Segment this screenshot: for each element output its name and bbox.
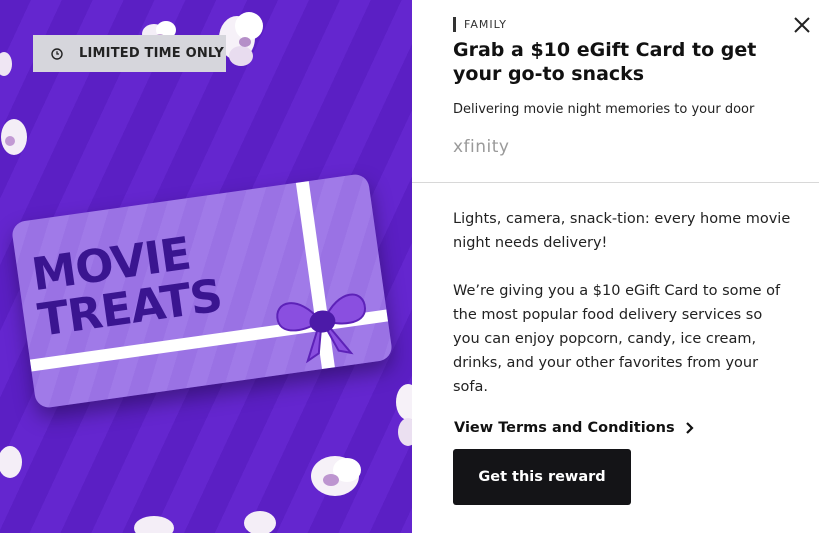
offer-description-1: Lights, camera, snack-tion: every home m… [453,211,791,251]
offer-description-2: We’re giving you a $10 eGift Card to som… [453,283,781,395]
category-text: FAMILY [464,18,507,31]
category-marker [453,17,456,32]
offer-title: Grab a $10 eGift Card to get your go-to … [453,39,757,85]
popcorn-decoration [311,456,361,496]
limited-time-badge: LIMITED TIME ONLY [33,35,226,72]
hero-image: LIMITED TIME ONLY MOVIE TREATS [0,0,412,533]
popcorn-decoration [134,516,174,533]
offer-subtitle: Delivering movie night memories to your … [453,102,755,117]
popcorn-decoration [396,384,412,446]
terms-link[interactable]: View Terms and Conditions [454,420,695,436]
popcorn-decoration [1,119,27,155]
terms-link-label: View Terms and Conditions [454,420,675,436]
chevron-right-icon [685,422,694,434]
clock-icon [51,47,63,60]
badge-label: LIMITED TIME ONLY [79,46,225,61]
bow-icon [276,293,367,364]
brand-logo: xfinity [453,137,510,157]
gift-card-title: MOVIE TREATS [28,227,225,347]
gift-card-illustration: MOVIE TREATS [10,172,394,410]
category-label: FAMILY [453,17,507,32]
close-icon[interactable] [790,13,814,37]
popcorn-decoration [244,511,276,533]
section-divider [412,182,819,183]
get-reward-button[interactable]: Get this reward [453,449,631,505]
popcorn-decoration [0,52,12,76]
popcorn-decoration [0,446,22,478]
